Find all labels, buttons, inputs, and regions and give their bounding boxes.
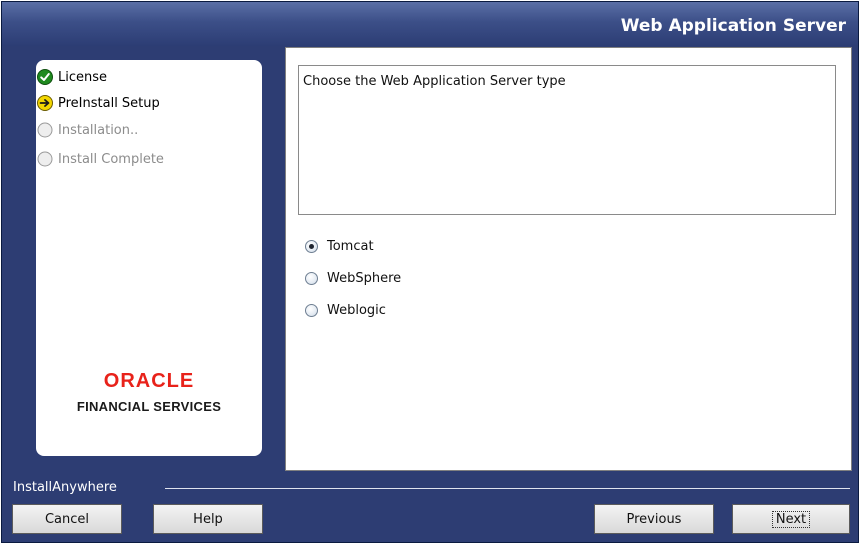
arrow-right-circle-icon bbox=[37, 95, 53, 111]
logo-brand: ORACLE bbox=[103, 370, 195, 392]
step-installation: Installation.. bbox=[37, 120, 138, 140]
step-install-complete: Install Complete bbox=[37, 149, 164, 169]
description-box: Choose the Web Application Server type bbox=[298, 65, 836, 215]
step-label: PreInstall Setup bbox=[58, 95, 160, 111]
oracle-logo: ORACLE FINANCIAL SERVICES bbox=[36, 370, 262, 414]
vendor-label: InstallAnywhere bbox=[13, 480, 117, 495]
help-button[interactable]: Help bbox=[153, 504, 263, 534]
option-label: WebSphere bbox=[327, 270, 402, 286]
previous-button-label: Previous bbox=[626, 511, 682, 527]
step-preinstall-setup: PreInstall Setup bbox=[37, 93, 160, 113]
radio-button[interactable] bbox=[305, 271, 318, 285]
cancel-button[interactable]: Cancel bbox=[12, 504, 122, 534]
empty-circle-icon bbox=[37, 151, 53, 167]
steps-panel: License PreInstall Setup Installation.. … bbox=[36, 60, 262, 456]
option-label: Tomcat bbox=[327, 238, 374, 254]
step-label: License bbox=[58, 69, 108, 85]
option-websphere[interactable]: WebSphere bbox=[305, 268, 401, 288]
logo-subtitle: FINANCIAL SERVICES bbox=[76, 399, 222, 414]
option-label: Weblogic bbox=[327, 302, 386, 318]
option-tomcat[interactable]: Tomcat bbox=[305, 236, 374, 256]
cancel-button-label: Cancel bbox=[44, 511, 90, 527]
footer-divider bbox=[165, 488, 850, 489]
help-button-label: Help bbox=[193, 511, 223, 527]
option-weblogic[interactable]: Weblogic bbox=[305, 300, 386, 320]
previous-button[interactable]: Previous bbox=[594, 504, 714, 534]
next-button[interactable]: Next bbox=[732, 504, 850, 534]
header-bar: Web Application Server bbox=[2, 2, 858, 46]
radio-button[interactable] bbox=[305, 239, 318, 253]
next-button-label: Next bbox=[771, 510, 811, 528]
content-panel: Choose the Web Application Server type T… bbox=[285, 47, 852, 471]
step-license: License bbox=[37, 67, 107, 87]
step-label: Install Complete bbox=[58, 151, 164, 167]
description-text: Choose the Web Application Server type bbox=[303, 74, 566, 89]
page-title: Web Application Server bbox=[620, 16, 846, 36]
radio-button[interactable] bbox=[305, 303, 318, 317]
empty-circle-icon bbox=[37, 122, 53, 138]
check-circle-icon bbox=[37, 69, 53, 85]
step-label: Installation.. bbox=[58, 122, 139, 138]
installer-window: Web Application Server License PreInstal… bbox=[1, 1, 859, 543]
